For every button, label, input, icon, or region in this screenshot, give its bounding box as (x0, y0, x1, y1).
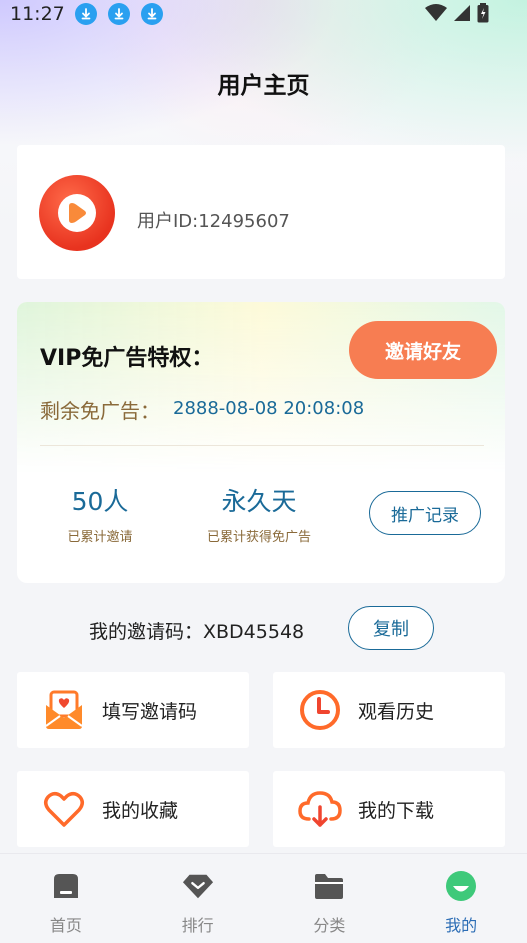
diamond-icon (182, 870, 214, 902)
download-notification-icon (74, 3, 97, 25)
remaining-value: 2888-08-08 20:08:08 (173, 398, 365, 419)
tab-label: 首页 (49, 916, 82, 935)
clock-icon (296, 686, 344, 734)
menu-item-enter-invite-code[interactable]: 填写邀请码 (17, 672, 249, 748)
download-notification-icon (107, 3, 130, 25)
avatar[interactable] (39, 175, 115, 251)
invite-code-row: 我的邀请码：XBD45548 复制 (0, 606, 527, 650)
divider (40, 445, 484, 446)
user-card: 用户ID:12495607 (17, 145, 505, 279)
envelope-heart-icon (40, 686, 88, 734)
tab-home[interactable]: 首页 (0, 854, 132, 943)
tab-label: 我的 (445, 916, 478, 935)
tab-category[interactable]: 分类 (264, 854, 396, 943)
remaining-label: 剩余免广告： (40, 399, 160, 423)
copy-button[interactable]: 复制 (348, 606, 434, 650)
adfree-days-stat: 永久天 已累计获得免广告 (188, 482, 330, 545)
home-icon (50, 870, 82, 902)
menu-item-downloads[interactable]: 我的下载 (273, 771, 505, 847)
page-title: 用户主页 (217, 73, 310, 99)
play-logo-icon (58, 194, 96, 232)
wifi-icon (425, 4, 447, 26)
tab-ranking[interactable]: 排行 (132, 854, 264, 943)
menu-item-watch-history[interactable]: 观看历史 (273, 672, 505, 748)
adfree-days-value: 永久天 (221, 487, 297, 516)
smiley-icon (445, 870, 477, 902)
folder-icon (313, 870, 345, 902)
heart-icon (40, 785, 88, 833)
tab-label: 排行 (181, 916, 214, 935)
menu-item-label: 我的收藏 (102, 799, 179, 822)
bottom-tab-bar: 首页 排行 分类 我的 (0, 853, 527, 943)
menu-item-label: 填写邀请码 (102, 700, 198, 723)
tab-mine[interactable]: 我的 (395, 854, 527, 943)
status-time: 11:27 (10, 3, 65, 25)
signal-icon (453, 4, 471, 26)
invited-count-stat: 50人 已累计邀请 (45, 482, 155, 545)
invite-code-text: 我的邀请码：XBD45548 (89, 621, 305, 643)
invited-count-label: 已累计邀请 (67, 530, 133, 545)
cloud-download-icon (296, 785, 344, 833)
invited-count-value: 50人 (71, 487, 129, 516)
menu-item-label: 观看历史 (358, 700, 435, 723)
invite-friends-button[interactable]: 邀请好友 (349, 321, 497, 379)
user-id: 用户ID:12495607 (137, 211, 290, 232)
vip-title: VIP免广告特权： (40, 346, 214, 371)
download-notification-icon (140, 3, 163, 25)
vip-card: VIP免广告特权： 邀请好友 剩余免广告： 2888-08-08 20:08:0… (17, 302, 505, 583)
menu-item-label: 我的下载 (358, 799, 435, 822)
promotion-records-button[interactable]: 推广记录 (369, 491, 481, 535)
adfree-days-label: 已累计获得免广告 (206, 530, 311, 545)
status-bar: 11:27 (0, 0, 527, 28)
menu-item-favorites[interactable]: 我的收藏 (17, 771, 249, 847)
tab-label: 分类 (313, 916, 346, 935)
battery-icon (477, 3, 489, 27)
